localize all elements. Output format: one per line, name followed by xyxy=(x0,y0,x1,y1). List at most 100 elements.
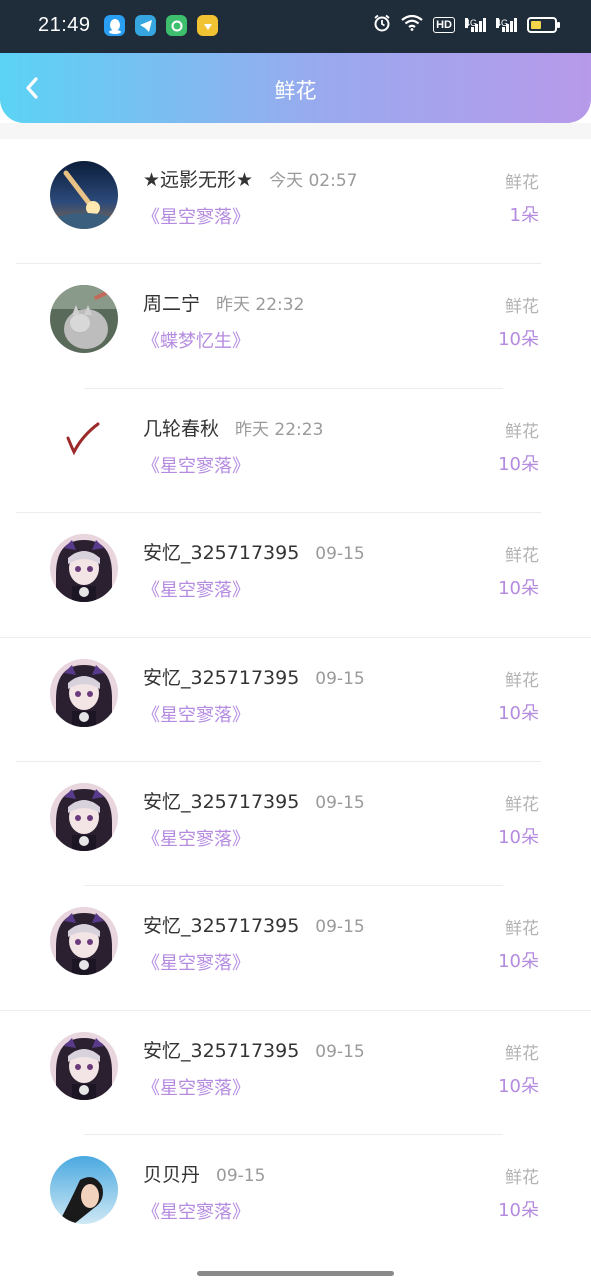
gift-type: 鲜花 xyxy=(505,421,539,442)
send-time: 09-15 xyxy=(315,792,365,813)
sender-name[interactable]: 安忆_325717395 xyxy=(143,791,299,813)
avatar[interactable] xyxy=(50,161,118,229)
sender-name[interactable]: 安忆_325717395 xyxy=(143,667,299,689)
work-title-link[interactable]: 《蝶梦忆生》 xyxy=(142,327,250,353)
avatar[interactable] xyxy=(50,907,118,976)
work-title-link[interactable]: 《星空寥落》 xyxy=(142,452,250,478)
row-divider xyxy=(16,263,541,265)
list-item[interactable]: ★远影无形★ 今天 02:57 《星空寥落》 鲜花 1朵 xyxy=(0,139,591,263)
gift-type: 鲜花 xyxy=(505,297,539,318)
sender-name-line: ★远影无形★ 今天 02:57 xyxy=(143,165,357,192)
status-bar: 21:49 HD 4G 4G xyxy=(0,0,591,53)
work-title-link[interactable]: 《星空寥落》 xyxy=(142,576,250,602)
avatar[interactable] xyxy=(50,782,118,851)
avatar[interactable] xyxy=(50,1031,118,1100)
home-indicator[interactable] xyxy=(197,1271,394,1276)
qq-icon xyxy=(104,15,125,36)
sender-name[interactable]: ★远影无形★ xyxy=(143,169,253,191)
status-app-icons xyxy=(104,15,218,36)
send-time: 09-15 xyxy=(315,1041,365,1062)
gift-type: 鲜花 xyxy=(505,546,539,567)
avatar[interactable] xyxy=(50,409,118,478)
header-spacer xyxy=(0,123,591,139)
sender-name-line: 周二宁 昨天 22:32 xyxy=(143,289,304,316)
list-item[interactable]: 安忆_325717395 09-15 《星空寥落》 鲜花 10朵 xyxy=(0,1009,591,1134)
flower-record-list: ★远影无形★ 今天 02:57 《星空寥落》 鲜花 1朵 周二宁 昨天 22:32 《蝶梦忆生… xyxy=(0,139,591,1259)
work-title-link[interactable]: 《星空寥落》 xyxy=(142,1074,250,1100)
wifi-icon xyxy=(401,14,423,34)
row-divider xyxy=(0,636,591,638)
green-app-icon xyxy=(166,15,187,36)
sender-name-line: 安忆_325717395 09-15 xyxy=(143,1036,365,1063)
gift-type: 鲜花 xyxy=(505,1043,539,1064)
sender-name-line: 安忆_325717395 09-15 xyxy=(143,787,365,814)
avatar[interactable] xyxy=(50,534,118,603)
send-time: 今天 02:57 xyxy=(269,171,358,191)
battery-icon xyxy=(527,16,560,33)
send-time: 09-15 xyxy=(315,544,365,565)
list-item[interactable]: 几轮春秋 昨天 22:23 《星空寥落》 鲜花 10朵 xyxy=(0,387,591,512)
sender-name-line: 安忆_325717395 09-15 xyxy=(143,538,365,565)
signal-icon-2: 4G xyxy=(496,17,517,32)
avatar[interactable] xyxy=(50,285,118,354)
send-time: 昨天 22:23 xyxy=(235,419,324,440)
gift-count: 10朵 xyxy=(498,826,539,848)
row-divider xyxy=(84,885,503,887)
gift-count: 10朵 xyxy=(498,1075,539,1097)
list-item[interactable]: 安忆_325717395 09-15 《星空寥落》 鲜花 10朵 xyxy=(0,885,591,1009)
list-item[interactable]: 贝贝丹 09-15 《星空寥落》 鲜花 10朵 xyxy=(0,1134,591,1258)
gift-type: 鲜花 xyxy=(505,670,539,691)
telegram-icon xyxy=(135,15,156,36)
work-title-link[interactable]: 《星空寥落》 xyxy=(142,203,250,229)
send-time: 09-15 xyxy=(315,917,365,938)
sender-name-line: 安忆_325717395 09-15 xyxy=(143,663,365,690)
page-header: 鲜花 xyxy=(0,53,591,123)
battery-level xyxy=(531,20,541,29)
sender-name[interactable]: 周二宁 xyxy=(143,293,200,315)
sender-name[interactable]: 安忆_325717395 xyxy=(143,542,299,564)
gift-count: 10朵 xyxy=(498,702,539,724)
hd-badge: HD xyxy=(433,16,455,33)
row-divider xyxy=(84,1134,503,1136)
row-divider xyxy=(0,1009,591,1011)
work-title-link[interactable]: 《星空寥落》 xyxy=(142,825,250,851)
gift-count: 10朵 xyxy=(498,578,539,600)
sender-name-line: 安忆_325717395 09-15 xyxy=(143,911,365,938)
sender-name[interactable]: 安忆_325717395 xyxy=(143,1040,299,1062)
work-title-link[interactable]: 《星空寥落》 xyxy=(142,1198,250,1224)
send-time: 09-15 xyxy=(216,1166,266,1187)
page-title: 鲜花 xyxy=(274,79,317,103)
gift-count: 10朵 xyxy=(498,1200,539,1222)
alarm-icon xyxy=(373,14,391,35)
status-time: 21:49 xyxy=(38,14,91,36)
send-time: 09-15 xyxy=(315,668,365,689)
gift-count: 1朵 xyxy=(509,205,539,226)
avatar[interactable] xyxy=(50,658,118,727)
yellow-app-icon xyxy=(197,15,218,36)
gift-type: 鲜花 xyxy=(505,1168,539,1189)
sender-name-line: 贝贝丹 09-15 xyxy=(143,1160,265,1187)
gift-type: 鲜花 xyxy=(505,919,539,940)
sender-name[interactable]: 安忆_325717395 xyxy=(143,915,299,937)
list-item[interactable]: 安忆_325717395 09-15 《星空寥落》 鲜花 10朵 xyxy=(0,760,591,885)
gift-count: 10朵 xyxy=(498,951,539,973)
gift-type: 鲜花 xyxy=(505,173,539,193)
list-item[interactable]: 安忆_325717395 09-15 《星空寥落》 鲜花 10朵 xyxy=(0,512,591,636)
signal-icon-1: 4G xyxy=(465,17,486,32)
gift-type: 鲜花 xyxy=(505,794,539,815)
row-divider xyxy=(16,760,541,762)
gift-count: 10朵 xyxy=(498,453,539,475)
work-title-link[interactable]: 《星空寥落》 xyxy=(142,701,250,727)
list-item[interactable]: 周二宁 昨天 22:32 《蝶梦忆生》 鲜花 10朵 xyxy=(0,263,591,387)
gift-count: 10朵 xyxy=(498,329,539,351)
sender-name-line: 几轮春秋 昨天 22:23 xyxy=(143,414,323,441)
status-indicators: HD 4G 4G xyxy=(373,14,560,35)
row-divider xyxy=(84,387,503,389)
work-title-link[interactable]: 《星空寥落》 xyxy=(142,949,250,975)
list-item[interactable]: 安忆_325717395 09-15 《星空寥落》 鲜花 10朵 xyxy=(0,636,591,761)
sender-name[interactable]: 贝贝丹 xyxy=(143,1164,200,1186)
row-divider xyxy=(16,512,541,514)
send-time: 昨天 22:32 xyxy=(216,295,305,316)
avatar[interactable] xyxy=(50,1156,118,1225)
sender-name[interactable]: 几轮春秋 xyxy=(143,418,219,440)
